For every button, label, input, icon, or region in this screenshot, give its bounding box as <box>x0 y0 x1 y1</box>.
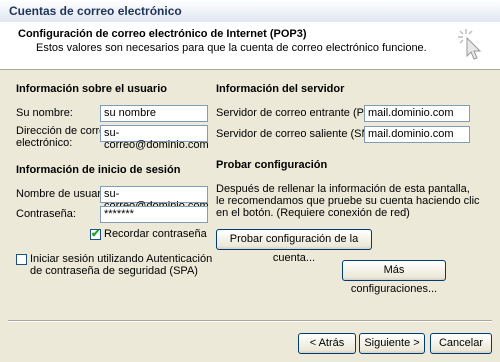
footer-separator <box>8 320 492 322</box>
more-settings-button[interactable]: Más configuraciones... <box>342 260 446 295</box>
spa-checkbox[interactable] <box>16 254 27 265</box>
username-label: Nombre de usuario: <box>16 188 113 200</box>
user-info-heading: Información sobre el usuario <box>16 83 167 95</box>
password-label: Contraseña: <box>16 208 76 220</box>
wizard-cursor-icon <box>458 29 482 60</box>
header-subtitle: Estos valores son necesarios para que la… <box>36 42 427 54</box>
server-info-heading: Información del servidor <box>216 83 345 95</box>
checkmark-icon: ✔ <box>91 228 101 240</box>
wizard-header: Configuración de correo electrónico de I… <box>0 22 500 70</box>
window-title: Cuentas de correo electrónico <box>9 4 182 18</box>
remember-password-checkbox[interactable]: ✔ <box>90 228 101 240</box>
test-settings-heading: Probar configuración <box>216 159 328 171</box>
password-field[interactable]: ******* <box>100 206 208 223</box>
wizard-content: Información sobre el usuario Su nombre: … <box>0 70 500 362</box>
login-info-heading: Información de inicio de sesión <box>16 164 181 176</box>
name-label: Su nombre: <box>16 107 73 119</box>
next-button[interactable]: Siguiente > <box>359 333 425 354</box>
username-field[interactable]: su-correo@dominio.com <box>100 186 209 212</box>
test-account-button[interactable]: Probar configuración de la cuenta... <box>216 229 372 264</box>
incoming-server-field[interactable]: mail.dominio.com <box>364 105 470 122</box>
name-field[interactable]: su nombre <box>100 105 208 122</box>
spa-label-line2[interactable]: de contraseña de seguridad (SPA) <box>30 265 198 278</box>
email-label-line2: electrónico: <box>16 137 73 149</box>
test-description-line3: en el botón. (Requiere conexión de red) <box>216 207 410 219</box>
email-field[interactable]: su-correo@dominio.com <box>100 125 209 151</box>
back-button[interactable]: < Atrás <box>298 333 356 354</box>
header-title: Configuración de correo electrónico de I… <box>18 28 307 40</box>
outgoing-server-field[interactable]: mail.dominio.com <box>364 126 470 143</box>
remember-password-label[interactable]: Recordar contraseña <box>104 228 207 241</box>
window-title-bar[interactable]: Cuentas de correo electrónico <box>0 0 500 23</box>
cancel-button[interactable]: Cancelar <box>430 333 492 354</box>
